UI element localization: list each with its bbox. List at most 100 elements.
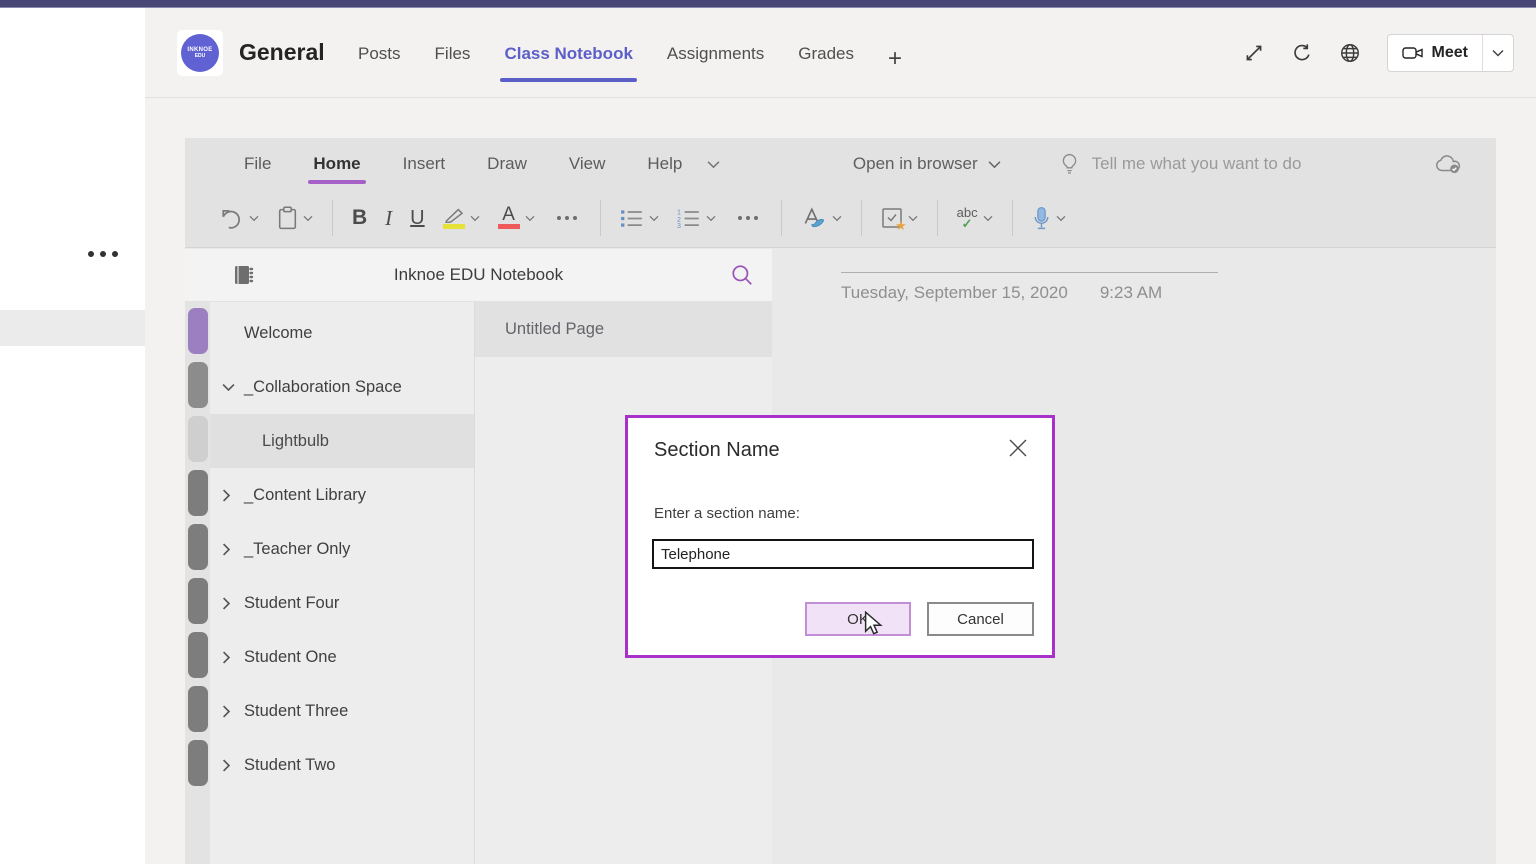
- tell-me-search[interactable]: Tell me what you want to do: [1061, 153, 1302, 176]
- refresh-icon[interactable]: [1291, 42, 1313, 64]
- rail-selected-item[interactable]: [0, 310, 145, 346]
- section-tab-marker: [188, 686, 208, 732]
- tab-assignments[interactable]: Assignments: [667, 44, 764, 78]
- notebook-header[interactable]: Inknoe EDU Notebook: [185, 249, 772, 302]
- channel-tabs: Posts Files Class Notebook Assignments G…: [358, 44, 902, 82]
- section-tab-marker: [188, 578, 208, 624]
- meet-dropdown[interactable]: [1482, 35, 1513, 71]
- dialog-buttons: OK Cancel: [805, 602, 1034, 636]
- menu-file[interactable]: File: [223, 148, 292, 180]
- page-date-line: Tuesday, September 15, 2020 9:23 AM: [841, 283, 1162, 303]
- chevron-right-icon[interactable]: [222, 489, 236, 502]
- add-tab-button[interactable]: +: [888, 45, 902, 73]
- tell-me-label: Tell me what you want to do: [1091, 154, 1302, 173]
- section-tab-marker: [188, 308, 208, 354]
- tab-files[interactable]: Files: [435, 44, 471, 78]
- numbered-list-button[interactable]: 123: [668, 208, 725, 228]
- onenote-ribbon: File Home Insert Draw View Help Open in …: [185, 138, 1496, 248]
- menu-help[interactable]: Help: [626, 148, 703, 180]
- spelling-icon: abc ✓: [956, 205, 978, 231]
- close-icon[interactable]: [1006, 436, 1030, 460]
- dictate-icon: [1034, 206, 1049, 229]
- chevron-down-icon[interactable]: [222, 383, 236, 392]
- section-teacher-only[interactable]: _Teacher Only: [210, 522, 474, 576]
- section-name-dialog: Section Name Enter a section name: OK Ca…: [625, 415, 1055, 658]
- meet-main[interactable]: Meet: [1388, 44, 1482, 62]
- section-student-four[interactable]: Student Four: [210, 576, 474, 630]
- section-label: _Content Library: [244, 485, 366, 504]
- channel-title: General: [239, 39, 325, 65]
- underline-button[interactable]: U: [401, 207, 433, 230]
- font-color-button[interactable]: A: [489, 205, 544, 229]
- chevron-down-icon: [908, 215, 918, 221]
- menu-view[interactable]: View: [548, 148, 627, 180]
- toolbar-divider: [1011, 200, 1013, 236]
- paste-button[interactable]: [268, 205, 322, 231]
- menu-home[interactable]: Home: [292, 148, 381, 184]
- tab-grades[interactable]: Grades: [798, 44, 854, 78]
- more-options-icon[interactable]: [88, 251, 118, 257]
- section-content-library[interactable]: _Content Library: [210, 468, 474, 522]
- chevron-down-icon: [470, 215, 480, 221]
- cloud-synced-icon: [1434, 153, 1462, 175]
- search-icon[interactable]: [730, 263, 754, 287]
- tab-class-notebook[interactable]: Class Notebook: [500, 44, 638, 82]
- section-label: Student Four: [244, 593, 340, 612]
- section-student-one[interactable]: Student One: [210, 630, 474, 684]
- chevron-right-icon[interactable]: [222, 597, 236, 610]
- page-untitled[interactable]: Untitled Page: [475, 302, 772, 357]
- styles-button[interactable]: [792, 206, 851, 230]
- chevron-right-icon[interactable]: [222, 759, 236, 772]
- bullet-list-icon: [620, 210, 642, 227]
- tab-posts[interactable]: Posts: [358, 44, 401, 78]
- meet-button[interactable]: Meet: [1386, 34, 1514, 72]
- avatar-logo: INKNOE EDU: [181, 34, 219, 72]
- tag-button[interactable]: ★: [872, 207, 927, 233]
- section-student-three[interactable]: Student Three: [210, 684, 474, 738]
- expand-icon[interactable]: [1243, 42, 1265, 64]
- section-lightbulb[interactable]: Lightbulb: [210, 414, 474, 468]
- section-label: _Collaboration Space: [244, 377, 402, 396]
- section-label: Student Three: [244, 701, 349, 720]
- chevron-down-icon: [983, 215, 993, 221]
- globe-icon[interactable]: [1339, 42, 1361, 64]
- section-student-two[interactable]: Student Two: [210, 738, 474, 792]
- section-collaboration-space[interactable]: _Collaboration Space: [210, 360, 474, 414]
- underline-label: U: [410, 206, 425, 229]
- undo-button[interactable]: [211, 207, 268, 229]
- section-label: _Teacher Only: [244, 539, 351, 558]
- page-label: Untitled Page: [505, 320, 605, 338]
- open-in-browser-button[interactable]: Open in browser: [853, 154, 1001, 174]
- toolbar-divider: [936, 200, 938, 236]
- teams-title-bar: [0, 0, 1536, 8]
- section-tab-strip: [185, 302, 210, 864]
- cancel-button[interactable]: Cancel: [927, 602, 1034, 636]
- toolbar-divider: [780, 200, 782, 236]
- chevron-down-icon: [249, 215, 259, 221]
- dialog-title: Section Name: [654, 439, 780, 461]
- more-formatting-button[interactable]: [544, 216, 590, 220]
- ok-button[interactable]: OK: [805, 602, 911, 636]
- chevron-down-icon: [706, 215, 716, 221]
- section-name-input[interactable]: [652, 539, 1034, 569]
- menu-insert[interactable]: Insert: [382, 148, 467, 180]
- section-welcome[interactable]: Welcome: [210, 306, 474, 360]
- bold-button[interactable]: B: [343, 206, 376, 230]
- more-lists-button[interactable]: [725, 216, 771, 220]
- undo-icon: [222, 210, 241, 229]
- chevron-right-icon[interactable]: [222, 705, 236, 718]
- italic-button[interactable]: I: [376, 206, 401, 231]
- section-tab-marker: [188, 470, 208, 516]
- menu-draw[interactable]: Draw: [466, 148, 548, 180]
- styles-icon: [804, 207, 824, 228]
- chevron-down-icon: [832, 215, 842, 221]
- bullet-list-button[interactable]: [611, 208, 668, 228]
- chevron-right-icon[interactable]: [222, 651, 236, 664]
- numbered-list-icon: 123: [677, 209, 699, 228]
- chevron-right-icon[interactable]: [222, 543, 236, 556]
- dictate-button[interactable]: [1023, 206, 1075, 231]
- highlight-button[interactable]: [434, 208, 489, 229]
- screen: INKNOE EDU General Posts Files Class Note…: [0, 0, 1536, 864]
- spelling-button[interactable]: abc ✓: [948, 205, 1002, 231]
- ribbon-overflow-chevron-icon[interactable]: [707, 160, 720, 169]
